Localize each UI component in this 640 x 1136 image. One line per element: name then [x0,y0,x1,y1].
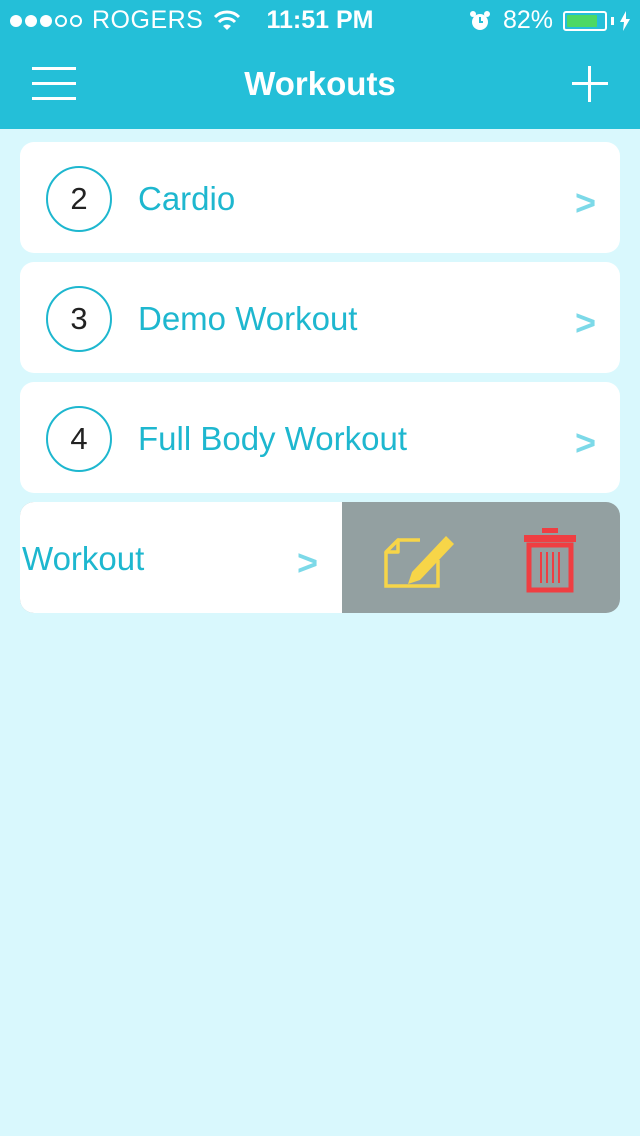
workout-name: Full Body Workout [138,420,407,457]
battery-percent: 82% [502,6,553,34]
workout-name: dy Workout [20,540,145,577]
chevron-right-icon: > [574,302,596,343]
workout-name: Cardio [138,180,236,217]
edit-note-icon[interactable] [382,526,458,592]
trash-icon[interactable] [520,526,580,594]
status-right: 82% [469,6,630,35]
workout-number-badge: 3 [46,286,112,352]
chevron-right-icon: > [574,422,596,463]
workout-number-badge: 4 [46,406,112,472]
swiped-workout-row: dy Workout > [20,502,620,613]
nav-bar: Workouts [0,40,640,129]
header: ROGERS 11:51 PM 82% Workouts [0,0,640,129]
chevron-right-icon: > [574,182,596,223]
battery-nub [611,16,614,25]
workout-name: Demo Workout [138,300,358,337]
add-workout-button[interactable] [570,64,610,104]
battery-icon [563,10,607,31]
status-bar: ROGERS 11:51 PM 82% [0,0,640,40]
battery-fill [567,14,597,27]
swiped-row-content[interactable]: dy Workout > [20,502,342,613]
charging-bolt-icon [620,10,630,31]
workout-row[interactable]: 4 Full Body Workout > [20,382,620,493]
workout-row[interactable]: 3 Demo Workout > [20,262,620,373]
chevron-right-icon: > [296,542,318,583]
workout-list: 2 Cardio > 3 Demo Workout > 4 Full Body … [20,142,620,613]
workout-number-badge: 2 [46,166,112,232]
alarm-clock-icon [469,10,490,30]
workout-row[interactable]: 2 Cardio > [20,142,620,253]
page-title: Workouts [244,65,396,102]
